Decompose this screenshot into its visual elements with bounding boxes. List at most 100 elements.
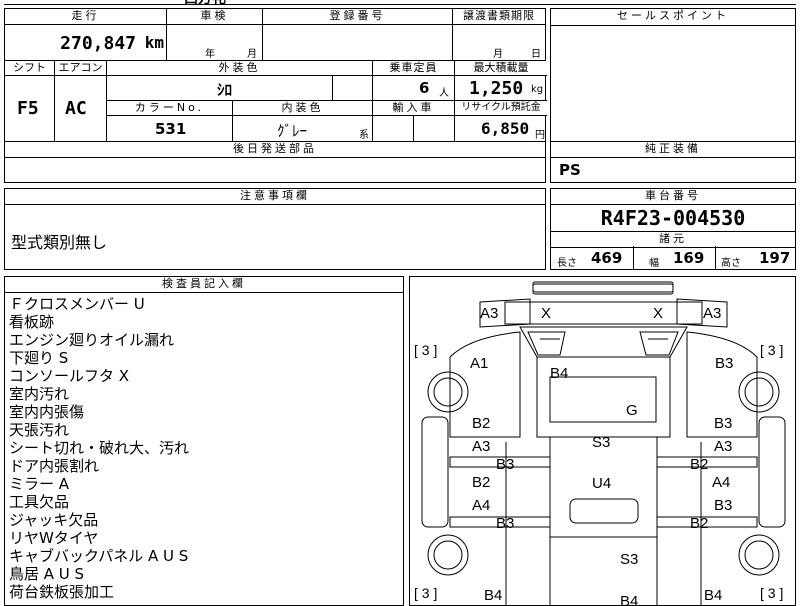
color-no-value: 531: [155, 120, 187, 138]
list-item: エンジン廻りオイル漏れ: [9, 331, 175, 349]
list-item: コンソールフタ X: [9, 367, 130, 385]
mark-b3-right-top: B3: [715, 355, 734, 372]
registration-header: 登録番号: [263, 9, 453, 25]
recycle-header: リサイクル預託金: [455, 101, 547, 116]
inspector-box: 検査員記入欄 Ｆクロスメンバー U 看板跡 エンジン廻りオイル漏れ 下廻り S …: [4, 276, 404, 606]
shift-header: シフト: [5, 61, 55, 76]
mark-b4-br: B4: [704, 587, 723, 604]
list-item: ドア内張割れ: [9, 457, 100, 475]
list-item: 看板跡: [9, 313, 55, 331]
mark-a4-left: A4: [472, 497, 491, 514]
top-strip: 西方礼: [4, 0, 796, 8]
shift-value: F5: [17, 98, 39, 119]
transfer-cell: 月 日: [453, 25, 545, 62]
list-item: 鳥居 A U S: [9, 565, 85, 583]
transfer-header: 譲渡書類期限: [453, 9, 545, 25]
mark-b4-bl: B4: [484, 587, 503, 604]
genuine-equipment-header: 純正装備: [551, 142, 795, 158]
inspector-notes-list: Ｆクロスメンバー U 看板跡 エンジン廻りオイル漏れ 下廻り S コンソールフタ…: [9, 295, 189, 601]
spec-width-label: 幅: [649, 258, 659, 269]
aircon-value: AC: [65, 98, 87, 119]
mark-a1: A1: [470, 355, 489, 372]
max-load-unit: kg: [531, 84, 544, 95]
tire-label-rl: [ 3 ]: [414, 585, 438, 601]
chassis-header: 車台番号: [551, 189, 795, 205]
mark-s3-top: S3: [592, 434, 611, 451]
mark-g: G: [626, 402, 638, 419]
list-item: ジャッキ欠品: [9, 511, 99, 529]
list-item: 下廻り S: [9, 349, 69, 367]
max-load-cell: 1,250 kg: [455, 76, 547, 101]
mark-a3-right-2: A3: [714, 438, 733, 455]
later-parts-box: 後日発送部品: [4, 141, 546, 183]
mileage-header: 走行: [5, 9, 167, 25]
exterior-color-cell: ｼﾛ: [107, 76, 333, 101]
sales-point-header: セールスポイント: [551, 9, 795, 26]
spec-height: 高さ 197: [715, 246, 797, 270]
row2-table: シフト F5 エアコン AC 外装色 ｼﾛ 乗車定員 6 人 最大積載量 1,2…: [4, 60, 547, 143]
color-no-cell: 531: [107, 116, 233, 143]
mark-b4-top: B4: [550, 365, 569, 382]
list-item: シート切れ・破れ大、汚れ: [9, 439, 190, 457]
recycle-cell: 6,850 円: [455, 116, 547, 143]
mark-b2-left: B2: [472, 415, 491, 432]
tire-label-rr: [ 3 ]: [760, 585, 784, 601]
interior-color-value: ｸﾞﾚｰ: [277, 122, 308, 140]
transfer-month: 月: [493, 49, 503, 60]
recycle-unit: 円: [535, 130, 545, 141]
tire-label-fl: [ 3 ]: [414, 342, 438, 358]
recycle-value: 6,850: [481, 119, 530, 138]
inspector-header: 検査員記入欄: [5, 277, 403, 293]
interior-color-suffix: 系: [359, 130, 369, 141]
mark-b3-right-3: B3: [714, 497, 733, 514]
mark-b2-left-2: B2: [472, 474, 491, 491]
import-cell-b: [414, 116, 455, 143]
list-item: 室内内張傷: [9, 403, 85, 421]
caution-header: 注意事項欄: [5, 189, 545, 205]
mark-b2-low-right: B2: [690, 515, 709, 532]
mileage-cell: 270,847 km: [5, 25, 167, 62]
sales-point-box: セールスポイント: [550, 8, 796, 142]
mark-x-left: X: [541, 305, 552, 322]
inspection-cell: 年 月: [167, 25, 263, 62]
list-item: 工具欠品: [9, 493, 70, 511]
list-item: ミラー A: [9, 475, 70, 493]
list-item: Ｆクロスメンバー U: [9, 295, 145, 313]
capacity-value: 6: [419, 79, 430, 97]
mark-x-right: X: [653, 305, 664, 322]
genuine-equipment-value: PS: [559, 161, 581, 179]
shift-cell: F5: [5, 76, 55, 143]
exterior-color-extra: [333, 76, 373, 101]
spec-height-label: 高さ: [721, 258, 741, 269]
spec-width-value: 169: [673, 249, 705, 267]
mark-a3-left: A3: [480, 305, 499, 322]
capacity-cell: 6 人: [373, 76, 455, 101]
import-header: 輸入車: [373, 101, 455, 116]
color-no-header: カラーNo.: [107, 101, 233, 116]
interior-color-header: 内装色: [233, 101, 373, 116]
top-strip-text: 西方礼: [184, 0, 226, 8]
interior-color-cell: ｸﾞﾚｰ 系: [233, 116, 373, 143]
spec-height-value: 197: [759, 249, 791, 267]
spec-length-label: 長さ: [557, 258, 577, 269]
caution-box: 注意事項欄 型式類別無し: [4, 188, 546, 270]
mark-b3-low-left: B3: [496, 515, 515, 532]
chassis-box: 車台番号 R4F23-004530 諸元 長さ 469 幅 169 高さ 197: [550, 188, 796, 270]
exterior-color-header: 外装色: [107, 61, 373, 76]
tire-label-fr: [ 3 ]: [760, 342, 784, 358]
mark-u4: U4: [592, 475, 612, 492]
list-item: リヤWタイヤ: [9, 529, 99, 547]
transfer-day: 日: [531, 49, 541, 60]
mark-b2-mid-right: B2: [690, 456, 709, 473]
inspection-year: 年: [205, 49, 215, 60]
list-item: キャブバックパネル A U S: [9, 547, 189, 565]
vehicle-diagram-box: [ 3 ] [ 3 ] [ 3 ] [ 3 ] A3 X X A3 A1 B4 …: [409, 276, 796, 606]
exterior-color-value: ｼﾛ: [217, 81, 233, 99]
genuine-equipment-box: 純正装備 PS: [550, 141, 796, 183]
spec-length-value: 469: [591, 249, 623, 267]
registration-cell: [263, 25, 453, 62]
max-load-header: 最大積載量: [455, 61, 547, 76]
max-load-value: 1,250: [469, 78, 524, 99]
mileage-value: 270,847: [60, 33, 136, 54]
mark-a3-left-2: A3: [472, 438, 491, 455]
